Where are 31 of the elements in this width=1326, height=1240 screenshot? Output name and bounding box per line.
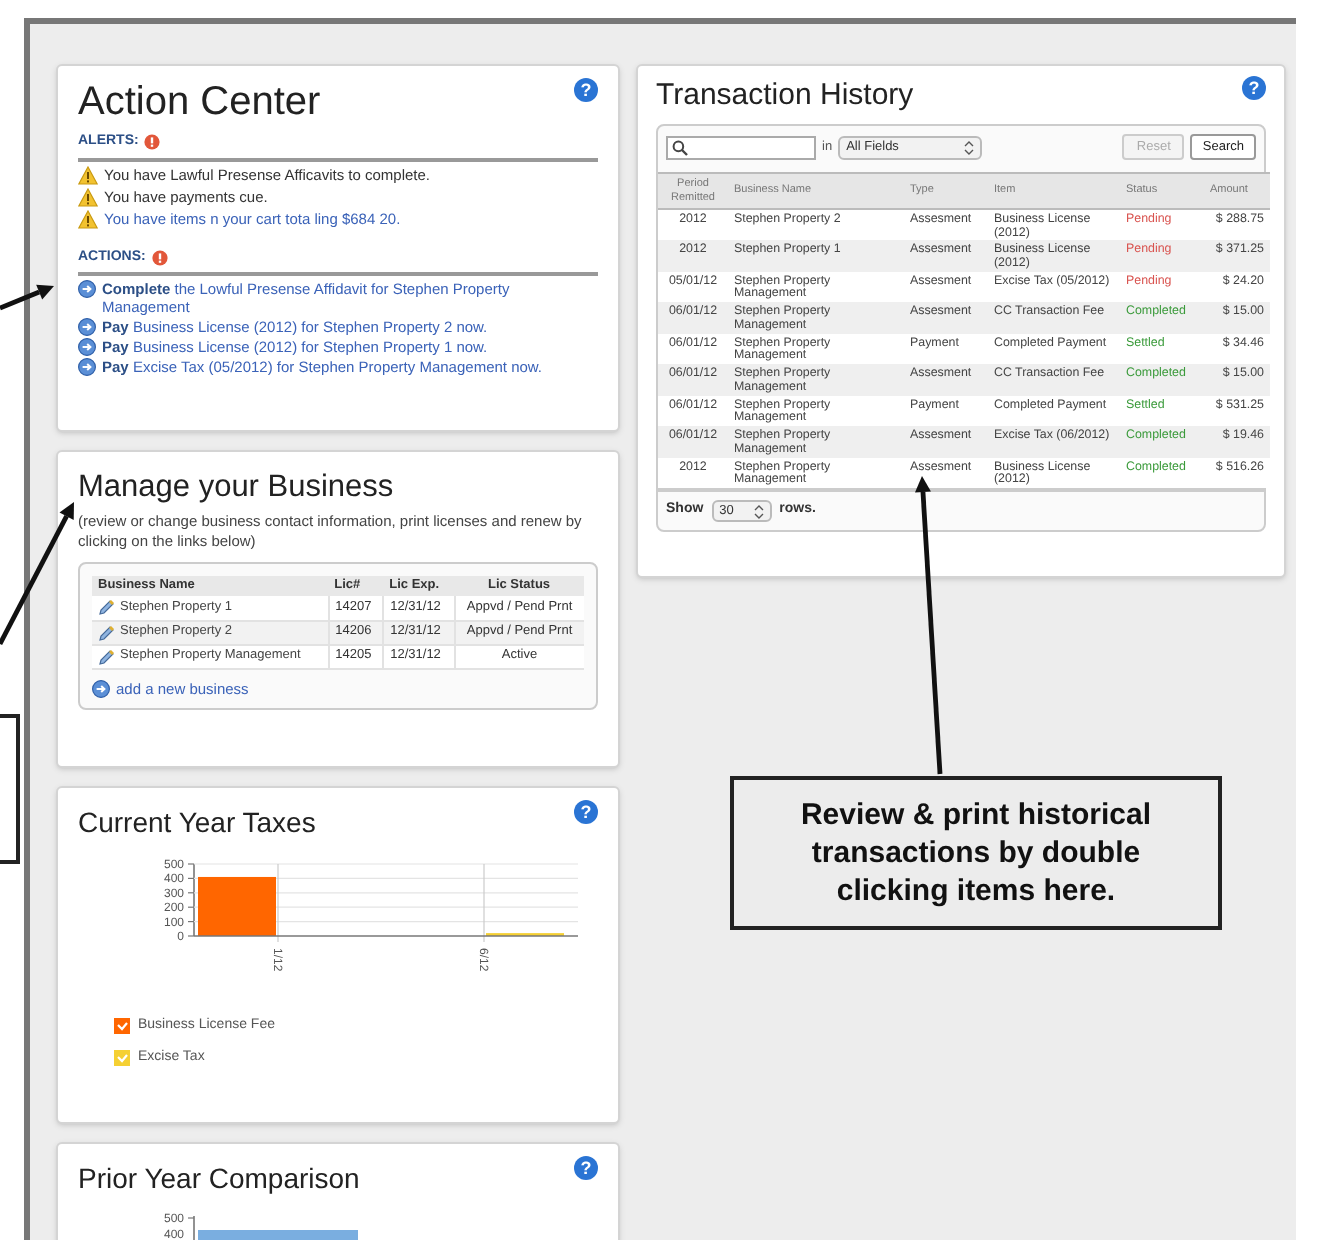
warning-icon <box>78 188 98 208</box>
pencil-icon <box>98 623 116 641</box>
panel-title: Manage your Business <box>78 468 396 508</box>
alert-icon <box>144 134 161 151</box>
search-field[interactable] <box>666 135 816 159</box>
help-button[interactable]: ? <box>574 1156 598 1180</box>
arrow-circle-icon <box>78 280 96 298</box>
panel-title: Transaction History <box>656 76 914 116</box>
help-button[interactable]: ? <box>574 800 598 824</box>
warning-icon <box>78 166 98 186</box>
panel-title: Current Year Taxes <box>78 804 316 840</box>
arrow <box>0 502 74 646</box>
search-icon <box>672 139 688 155</box>
warning-icon <box>78 210 98 230</box>
help-button[interactable]: ? <box>574 78 598 102</box>
help-button[interactable]: ? <box>1242 76 1266 100</box>
callout-text: Review & print historical transactions by double clicking items here. <box>798 796 1154 910</box>
panel-title: Action Center <box>78 78 321 126</box>
panel-title: Prior Year Comparison <box>78 1160 360 1196</box>
arrow-circle-icon <box>78 358 96 376</box>
alert-icon <box>151 249 168 266</box>
updown-icon <box>964 139 975 155</box>
pencil-icon <box>98 647 116 665</box>
arrow-circle-icon <box>78 338 96 356</box>
y-axis <box>187 1215 195 1240</box>
arrow <box>0 284 54 311</box>
arrow-circle-icon <box>78 318 96 336</box>
updown-icon <box>753 503 764 519</box>
pencil-icon <box>98 598 116 617</box>
arrow-circle-icon <box>92 679 110 698</box>
chart-bar <box>198 876 276 936</box>
